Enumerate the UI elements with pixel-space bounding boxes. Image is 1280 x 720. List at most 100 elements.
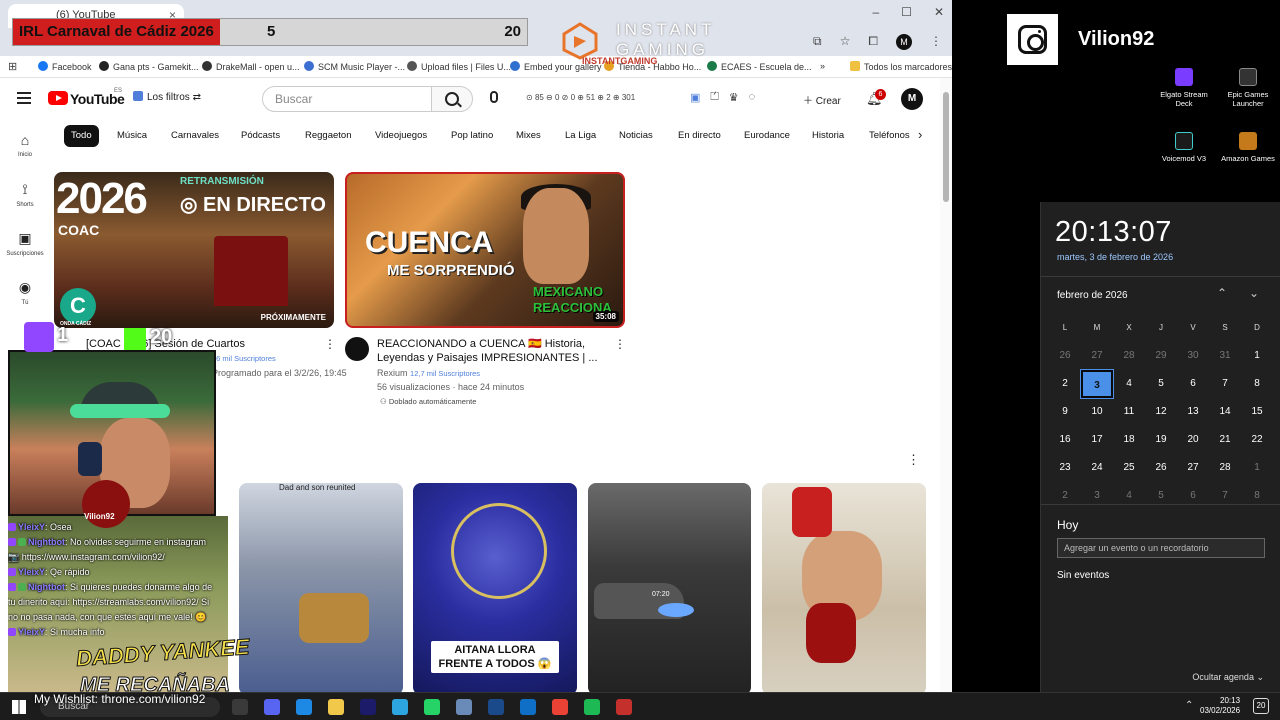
discord-icon[interactable]	[296, 699, 312, 715]
calendar-day-today[interactable]: 3	[1080, 369, 1114, 399]
short-thumbnail[interactable]: 07:20	[588, 483, 751, 692]
chip-todo[interactable]: Todo	[64, 125, 99, 147]
calendar-day[interactable]: 18	[1113, 426, 1145, 454]
cast-icon[interactable]: ⏍	[710, 91, 718, 104]
short-thumbnail[interactable]	[762, 483, 926, 692]
channel-avatar[interactable]	[345, 337, 369, 361]
calendar-day[interactable]: 26	[1049, 342, 1081, 370]
calendar-day[interactable]: 3	[1081, 482, 1113, 510]
chip-noticias[interactable]: Noticias	[612, 125, 660, 147]
youtube-logo-icon[interactable]	[48, 91, 68, 105]
chip-videojuegos[interactable]: Videojuegos	[368, 125, 434, 147]
month-label[interactable]: febrero de 2026	[1057, 290, 1128, 301]
maximize-button[interactable]: ☐	[901, 5, 912, 19]
calendar-day[interactable]: 21	[1209, 426, 1241, 454]
video-title[interactable]: REACCIONANDO a CUENCA 🇪🇸 Historia, Leyen…	[377, 337, 607, 365]
menu-dots-icon[interactable]: ⋮	[930, 34, 942, 50]
bookmarks-overflow[interactable]: »	[820, 61, 825, 71]
calendar-day[interactable]: 11	[1113, 398, 1145, 426]
minimize-button[interactable]: –	[872, 5, 879, 19]
chip-musica[interactable]: Música	[110, 125, 154, 147]
video-thumbnail-coac[interactable]: 2026 COAC RETRANSMISIÓN ◎ EN DIRECTO C P…	[54, 172, 334, 328]
create-button[interactable]: ＋ Crear	[803, 92, 841, 107]
calendar-day[interactable]: 6	[1177, 482, 1209, 510]
page-scrollbar[interactable]	[940, 78, 952, 692]
sidebar-item-tu[interactable]: ◉ Tú	[2, 279, 48, 306]
calendar-day[interactable]: 28	[1209, 454, 1241, 482]
calendar-day[interactable]: 22	[1241, 426, 1273, 454]
calendar-day[interactable]: 10	[1081, 398, 1113, 426]
chip-podcasts[interactable]: Pódcasts	[234, 125, 287, 147]
calendar-day[interactable]: 24	[1081, 454, 1113, 482]
chrome-icon[interactable]	[584, 699, 600, 715]
scrollbar-thumb[interactable]	[943, 92, 949, 202]
calendar-day[interactable]: 17	[1081, 426, 1113, 454]
calendar-day[interactable]: 4	[1113, 482, 1145, 510]
calendar-day[interactable]: 29	[1145, 342, 1177, 370]
chip-telefonos[interactable]: Teléfonos	[862, 125, 917, 147]
app-icon[interactable]	[488, 699, 504, 715]
search-button[interactable]	[431, 86, 473, 112]
bookmark-gamekit[interactable]: Gana pts - Gamekit...	[99, 61, 199, 72]
microphone-icon[interactable]	[490, 91, 498, 103]
more-options-icon[interactable]: ⋮	[614, 337, 626, 351]
menu-icon[interactable]	[17, 92, 31, 104]
calendar-day[interactable]: 5	[1145, 482, 1177, 510]
file-explorer-icon[interactable]	[360, 699, 376, 715]
desktop-icon-voicemod[interactable]: Voicemod V3	[1152, 132, 1216, 163]
calendar-day[interactable]: 23	[1049, 454, 1081, 482]
short-thumbnail[interactable]: Dad and son reunited	[239, 483, 403, 692]
shorts-more-options-icon[interactable]: ⋮	[907, 452, 920, 468]
close-window-button[interactable]: ✕	[934, 5, 944, 19]
bookmark-scm[interactable]: SCM Music Player -...	[304, 61, 405, 72]
calendar-day[interactable]: 26	[1145, 454, 1177, 482]
extension-icon[interactable]: ▣	[690, 91, 700, 104]
chip-eurodance[interactable]: Eurodance	[737, 125, 797, 147]
calendar-day[interactable]: 9	[1049, 398, 1081, 426]
calendar-day[interactable]: 7	[1209, 482, 1241, 510]
all-bookmarks[interactable]: Todos los marcadores	[850, 61, 952, 72]
bookmark-ecaes[interactable]: ECAES - Escuela de...	[707, 61, 812, 72]
sidebar-item-inicio[interactable]: ⌂ Inicio	[2, 132, 48, 158]
spotify-icon[interactable]	[616, 699, 632, 715]
calendar-day[interactable]: 19	[1145, 426, 1177, 454]
edge-icon[interactable]	[552, 699, 568, 715]
chevron-down-icon[interactable]: ⌄	[1249, 286, 1259, 300]
desktop-icon-elgato[interactable]: Elgato Stream Deck	[1152, 68, 1216, 108]
tray-chevron-icon[interactable]: ⌃	[1185, 700, 1193, 711]
calendar-day[interactable]: 1	[1241, 454, 1273, 482]
calendar-day[interactable]: 1	[1241, 342, 1273, 370]
add-event-input[interactable]: Agregar un evento o un recordatorio	[1057, 538, 1265, 558]
chip-historia[interactable]: Historia	[805, 125, 851, 147]
chevron-up-icon[interactable]: ⌃	[1217, 286, 1227, 300]
calendar-day[interactable]: 25	[1113, 454, 1145, 482]
chip-la-liga[interactable]: La Liga	[558, 125, 603, 147]
install-icon[interactable]: ⧉	[813, 34, 822, 50]
start-icon[interactable]	[12, 700, 26, 714]
bookmark-upload[interactable]: Upload files | Files U...	[407, 61, 511, 72]
calendar-day[interactable]: 30	[1177, 342, 1209, 370]
calendar-day[interactable]: 28	[1113, 342, 1145, 370]
davinci-icon[interactable]	[264, 699, 280, 715]
bookmark-facebook[interactable]: Facebook	[38, 61, 92, 72]
sidebar-item-shorts[interactable]: ⟟ Shorts	[2, 181, 48, 208]
video-title[interactable]: [COAC 2026] Sesión de Cuartos	[86, 337, 316, 351]
filters-button[interactable]: Los filtros ⇄	[133, 91, 201, 103]
desktop-icon-amazon[interactable]: Amazon Games	[1216, 132, 1280, 163]
notifications-icon[interactable]: 20	[1253, 698, 1269, 714]
chip-mixes[interactable]: Mixes	[509, 125, 548, 147]
calendar-day[interactable]: 8	[1241, 482, 1273, 510]
after-effects-icon[interactable]	[392, 699, 408, 715]
taskbar-clock[interactable]: 20:13 03/02/2026	[1200, 696, 1240, 716]
desktop-icon-epic[interactable]: Epic Games Launcher	[1216, 68, 1280, 108]
chat-icon[interactable]: ◌	[749, 91, 756, 104]
chip-en-directo[interactable]: En directo	[671, 125, 728, 147]
calendar-day[interactable]: 2	[1049, 482, 1081, 510]
mail-icon[interactable]	[328, 699, 344, 715]
calendar-day[interactable]: 15	[1241, 398, 1273, 426]
account-avatar[interactable]: M	[901, 88, 923, 110]
calendar-day[interactable]: 6	[1177, 370, 1209, 398]
calendar-day[interactable]: 5	[1145, 370, 1177, 398]
hide-agenda-button[interactable]: Ocultar agenda ⌄	[1192, 672, 1264, 683]
chip-reggaeton[interactable]: Reggaeton	[298, 125, 358, 147]
